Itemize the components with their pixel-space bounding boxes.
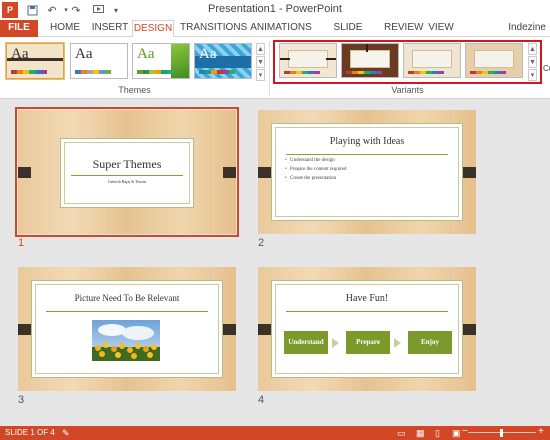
- slide-sorter-view-icon[interactable]: ▦: [416, 428, 425, 439]
- tab-animations[interactable]: ANIMATIONS: [250, 20, 312, 37]
- more-icon[interactable]: ▾: [256, 69, 265, 81]
- themes-gallery-scroll[interactable]: ▲ ▼ ▾: [256, 43, 265, 81]
- more-icon[interactable]: ▾: [528, 69, 537, 81]
- tab-insert[interactable]: INSERT: [90, 20, 130, 37]
- flow-step: Enjoy: [408, 331, 452, 354]
- flow-step: Prepare: [346, 331, 390, 354]
- slide-title: Have Fun!: [345, 293, 389, 304]
- theme-aa-label: Aa: [199, 46, 217, 62]
- title-bar: P ↶ ▾ ↷ ▾ Presentation1 - PowerPoint: [0, 0, 550, 20]
- theme-aa-label: Aa: [11, 46, 29, 62]
- variant-thumbnail-3[interactable]: [403, 43, 461, 78]
- slide-number: 2: [258, 237, 265, 249]
- slide-sorter: Super Themes Geetesh Bajaj & Tenzin 1 Pl…: [0, 100, 550, 426]
- ribbon-design: Aa Aa Aa Aa ▲ ▼ ▾ Themes ▲ ▼ ▾ Variants …: [0, 37, 550, 99]
- tab-design[interactable]: DESIGN: [132, 20, 174, 38]
- tab-view[interactable]: VIEW: [426, 20, 456, 37]
- slide-title: Picture Need To Be Relevant: [74, 293, 180, 303]
- theme-thumbnail-4[interactable]: Aa: [194, 43, 252, 79]
- user-name[interactable]: Indezine: [508, 22, 546, 33]
- chevron-down-icon[interactable]: ▼: [528, 56, 537, 68]
- zoom-in-icon[interactable]: +: [538, 426, 544, 437]
- tab-file[interactable]: FILE: [0, 20, 38, 37]
- slide-frame[interactable]: Have Fun! Understand Prepare Enjoy: [258, 267, 476, 391]
- slide-bullet: Understand the design: [285, 158, 335, 163]
- variants-group-label: Variants: [391, 85, 424, 95]
- slide-number: 4: [258, 394, 265, 406]
- arrow-icon: [394, 338, 401, 348]
- chevron-up-icon[interactable]: ▲: [256, 43, 265, 55]
- slide-frame[interactable]: Picture Need To Be Relevant: [18, 267, 236, 391]
- themes-group-label: Themes: [118, 85, 151, 95]
- customize-group-label[interactable]: Cu: [543, 64, 550, 73]
- theme-thumbnail-3[interactable]: Aa: [132, 43, 190, 79]
- arrow-icon: [332, 338, 339, 348]
- group-divider: [269, 41, 270, 95]
- chevron-up-icon[interactable]: ▲: [528, 43, 537, 55]
- slide-subtitle: Geetesh Bajaj & Tenzin: [107, 179, 147, 184]
- slide-frame[interactable]: Super Themes Geetesh Bajaj & Tenzin: [15, 107, 239, 237]
- reading-view-icon[interactable]: ▯: [435, 428, 440, 439]
- flow-step: Understand: [284, 331, 328, 354]
- slide-number: 1: [18, 237, 25, 249]
- slide-frame[interactable]: Playing with Ideas Understand the design…: [258, 110, 476, 234]
- theme-aa-label: Aa: [137, 46, 155, 62]
- spelling-icon[interactable]: ✎: [62, 428, 70, 439]
- slide-bullet: Create the presentation: [285, 176, 336, 181]
- status-bar: SLIDE 1 OF 4 ✎ ▭ ▦ ▯ ▣ − +: [0, 426, 550, 440]
- theme-thumbnail-1[interactable]: Aa: [5, 42, 65, 80]
- variant-thumbnail-4[interactable]: [465, 43, 523, 78]
- slide-title: Playing with Ideas: [329, 136, 405, 147]
- tab-home[interactable]: HOME: [46, 20, 84, 37]
- variant-thumbnail-1[interactable]: [279, 43, 337, 78]
- window-title: Presentation1 - PowerPoint: [208, 3, 342, 15]
- tab-slide-show[interactable]: SLIDE SHOW: [318, 20, 378, 49]
- tab-transitions[interactable]: TRANSITIONS: [180, 20, 247, 37]
- zoom-slider-thumb[interactable]: [500, 429, 503, 437]
- ribbon-tabs: FILE HOME INSERT DESIGN TRANSITIONS ANIM…: [0, 20, 550, 49]
- tab-review[interactable]: REVIEW: [384, 20, 423, 37]
- slide-picture: [92, 320, 160, 361]
- variants-gallery-scroll[interactable]: ▲ ▼ ▾: [528, 43, 537, 81]
- slide-indicator: SLIDE 1 OF 4: [5, 428, 55, 437]
- slide-show-icon[interactable]: ▣: [452, 428, 461, 439]
- theme-thumbnail-2[interactable]: Aa: [70, 43, 128, 79]
- variant-thumbnail-2[interactable]: [341, 43, 399, 78]
- chevron-down-icon[interactable]: ▼: [256, 56, 265, 68]
- slide-title: Super Themes: [92, 157, 162, 171]
- zoom-out-icon[interactable]: −: [462, 426, 468, 437]
- normal-view-icon[interactable]: ▭: [397, 428, 406, 439]
- theme-aa-label: Aa: [75, 46, 93, 62]
- slide-bullet: Prepare the content required: [285, 167, 346, 172]
- slide-number: 3: [18, 394, 25, 406]
